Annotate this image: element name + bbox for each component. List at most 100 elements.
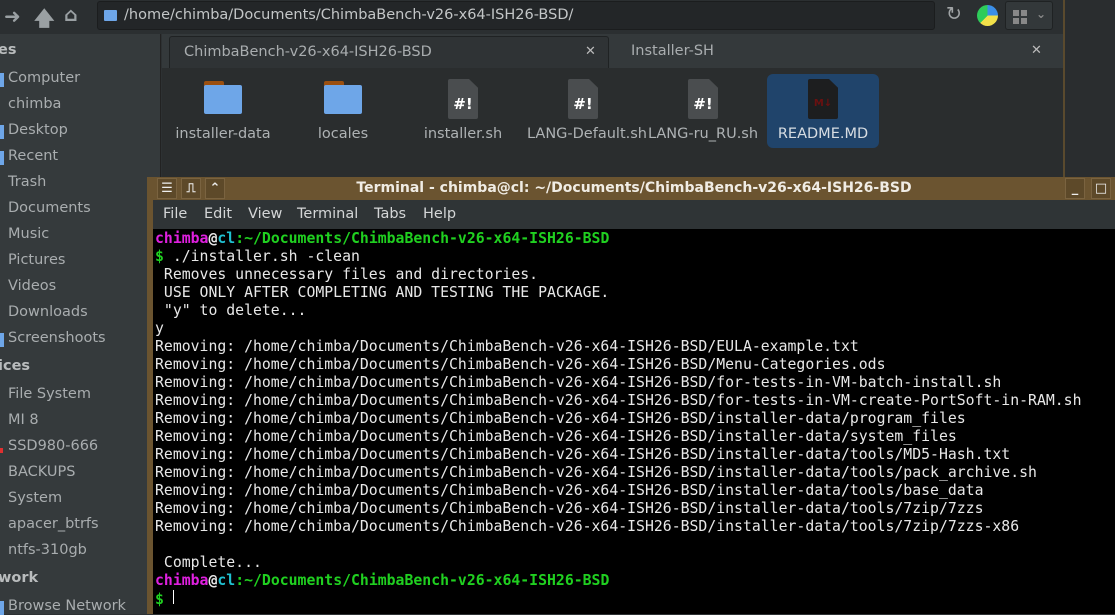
file-item[interactable]: #! LANG-Default.sh xyxy=(527,74,647,148)
menu-view[interactable]: View xyxy=(248,200,282,229)
file-name: installer-data xyxy=(175,126,271,142)
tab-chimbabench[interactable]: ChimbaBench-v26-x64-ISH26-BSD ✕ xyxy=(169,36,609,68)
sidebar-item-device[interactable]: BACKUPS xyxy=(8,464,75,480)
sidebar-header-places: es xyxy=(0,42,17,58)
sidebar-item-browse-network[interactable]: Browse Network xyxy=(8,598,126,614)
sidebar-item-downloads[interactable]: Downloads xyxy=(8,304,88,320)
prompt-symbol: $ xyxy=(155,591,164,608)
tab-label: Installer-SH xyxy=(631,43,714,59)
file-icon-view: installer-data locales #! installer.sh #! LAN… xyxy=(162,68,1063,178)
sidebar-item-device[interactable]: SSD980-666 xyxy=(8,438,98,454)
place-icon xyxy=(0,333,4,347)
terminal-output[interactable]: chimba@cl:~/Documents/ChimbaBench-v26-x6… xyxy=(155,230,1081,609)
view-mode-button[interactable]: ⌄ xyxy=(1005,1,1053,30)
network-icon xyxy=(0,601,4,615)
place-icon xyxy=(0,151,4,165)
background-window xyxy=(1063,0,1115,180)
chevron-down-icon: ⌄ xyxy=(1036,7,1047,21)
window-menu-icon[interactable]: ☰ xyxy=(157,178,177,199)
stick-icon[interactable]: ⎍ xyxy=(181,178,201,199)
up-icon[interactable]: 🡅 xyxy=(34,4,55,38)
file-item[interactable]: locales xyxy=(287,74,399,148)
prompt-path: :~/Documents/ChimbaBench-v26-x64-ISH26-B… xyxy=(235,572,610,589)
folder-icon xyxy=(204,81,242,114)
terminal-title: Terminal - chimba@cl: ~/Documents/Chimba… xyxy=(356,180,912,196)
prompt-host: cl xyxy=(217,230,236,247)
place-icon xyxy=(0,125,4,139)
file-name: LANG-Default.sh xyxy=(527,126,647,142)
output-line: Removing: /home/chimba/Documents/ChimbaB… xyxy=(155,518,1020,535)
sidebar-header-network: work xyxy=(0,570,39,586)
sidebar-item-device[interactable]: ntfs-310gb xyxy=(8,542,87,558)
file-name: locales xyxy=(317,126,369,142)
output-line: Removing: /home/chimba/Documents/ChimbaB… xyxy=(155,482,984,499)
place-icon xyxy=(0,73,4,87)
sidebar-item-music[interactable]: Music xyxy=(8,226,49,242)
sidebar-item-screenshoots[interactable]: Screenshoots xyxy=(8,330,106,346)
disk-usage-icon[interactable] xyxy=(977,5,998,26)
tab-installer-sh[interactable]: Installer-SH ✕ xyxy=(631,36,1061,68)
command-text: ./installer.sh -clean xyxy=(163,248,360,265)
sidebar-item-videos[interactable]: Videos xyxy=(8,278,56,294)
output-line: Removing: /home/chimba/Documents/ChimbaB… xyxy=(155,338,859,355)
menu-help[interactable]: Help xyxy=(423,200,456,229)
menu-file[interactable]: File xyxy=(163,200,187,229)
terminal-menubar: File Edit View Terminal Tabs Help xyxy=(153,200,1115,229)
folder-body xyxy=(324,85,362,114)
file-name: installer.sh xyxy=(423,126,503,142)
file-item[interactable]: #! installer.sh xyxy=(407,74,519,148)
sidebar-item-device[interactable]: apacer_btrfs xyxy=(8,516,99,532)
terminal-titlebar: ☰ ⎍ ⌃ Terminal - chimba@cl: ~/Documents/… xyxy=(147,177,1115,200)
shade-icon[interactable]: ⌃ xyxy=(205,178,225,199)
sidebar-item-device[interactable]: MI 8 xyxy=(8,412,39,428)
output-line: Removing: /home/chimba/Documents/ChimbaB… xyxy=(155,428,957,445)
sidebar-item-recent[interactable]: Recent xyxy=(8,148,58,164)
script-file-icon: #! xyxy=(688,79,718,119)
output-line: Removes unnecessary files and directorie… xyxy=(155,266,539,283)
output-line: Removing: /home/chimba/Documents/ChimbaB… xyxy=(155,410,966,427)
sidebar-item-trash[interactable]: Trash xyxy=(8,174,46,190)
output-line: Removing: /home/chimba/Documents/ChimbaB… xyxy=(155,500,984,517)
prompt-user: chimba xyxy=(155,230,209,247)
location-bar[interactable]: /home/chimba/Documents/ChimbaBench-v26-x… xyxy=(97,1,935,30)
terminal-window: ☰ ⎍ ⌃ Terminal - chimba@cl: ~/Documents/… xyxy=(147,177,1115,614)
prompt-path: :~/Documents/ChimbaBench-v26-x64-ISH26-B… xyxy=(235,230,610,247)
output-line: USE ONLY AFTER COMPLETING AND TESTING TH… xyxy=(155,284,610,301)
sidebar: es Computer chimba Desktop Recent Trash Docume… xyxy=(0,34,161,615)
sidebar-item-device[interactable]: File System xyxy=(8,386,91,402)
menu-tabs[interactable]: Tabs xyxy=(374,200,406,229)
minimize-icon[interactable]: _ xyxy=(1065,178,1085,199)
input-line[interactable]: $ xyxy=(155,590,1081,609)
cursor xyxy=(172,590,174,604)
sidebar-item-device[interactable]: System xyxy=(8,490,62,506)
close-icon[interactable]: ✕ xyxy=(1031,36,1042,66)
close-icon[interactable]: ✕ xyxy=(585,37,596,67)
markdown-file-icon: M↓ xyxy=(808,79,838,119)
file-item[interactable]: M↓ README.MD xyxy=(767,74,879,148)
file-name: LANG-ru_RU.sh xyxy=(647,126,759,142)
file-item[interactable]: installer-data xyxy=(167,74,279,148)
output-line: y xyxy=(155,320,164,337)
prompt-line: chimba@cl:~/Documents/ChimbaBench-v26-x6… xyxy=(155,230,1081,248)
prompt-user: chimba xyxy=(155,572,209,589)
sidebar-item-documents[interactable]: Documents xyxy=(8,200,91,216)
sidebar-item-desktop[interactable]: Desktop xyxy=(8,122,68,138)
folder-body xyxy=(204,85,242,114)
menu-edit[interactable]: Edit xyxy=(204,200,232,229)
sidebar-item-pictures[interactable]: Pictures xyxy=(8,252,65,268)
menu-terminal[interactable]: Terminal xyxy=(297,200,358,229)
sidebar-item-computer[interactable]: Computer xyxy=(8,70,80,86)
home-icon[interactable]: ⌂ xyxy=(64,4,78,26)
output-line: Removing: /home/chimba/Documents/ChimbaB… xyxy=(155,464,1037,481)
file-item[interactable]: #! LANG-ru_RU.sh xyxy=(647,74,759,148)
grid-icon xyxy=(1013,10,1027,24)
reload-icon[interactable]: ↻ xyxy=(946,3,962,25)
forward-icon[interactable]: ➜ xyxy=(4,4,21,28)
output-line: Removing: /home/chimba/Documents/ChimbaB… xyxy=(155,392,1082,409)
unmount-icon[interactable] xyxy=(0,448,3,453)
sidebar-item-chimba[interactable]: chimba xyxy=(8,96,61,112)
maximize-icon[interactable]: □ xyxy=(1091,178,1111,199)
output-line: "y" to delete... xyxy=(155,302,307,319)
output-line: Removing: /home/chimba/Documents/ChimbaB… xyxy=(155,374,1002,391)
tab-bar: ChimbaBench-v26-x64-ISH26-BSD ✕ Installer… xyxy=(162,34,1063,68)
